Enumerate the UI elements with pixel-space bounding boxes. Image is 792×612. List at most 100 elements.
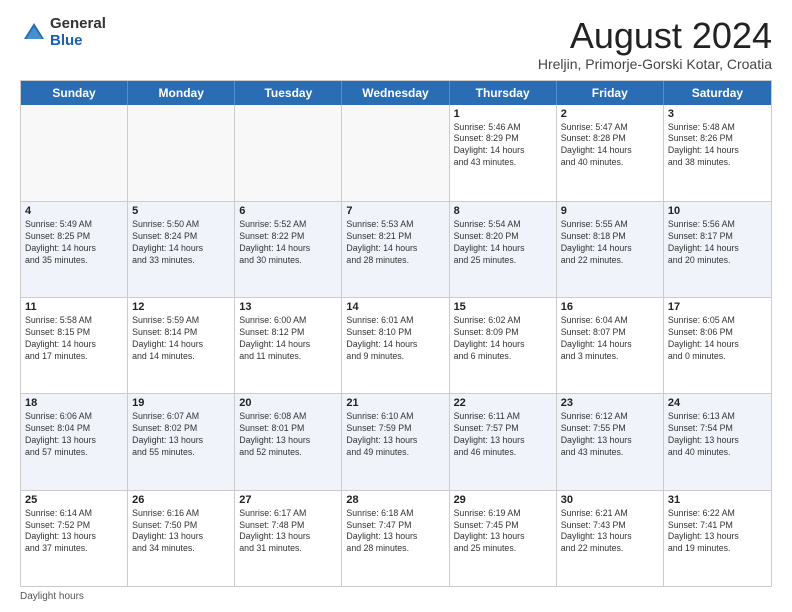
cell-info: Sunrise: 5:54 AM Sunset: 8:20 PM Dayligh… [454,219,552,267]
calendar: SundayMondayTuesdayWednesdayThursdayFrid… [20,80,772,587]
day-number: 20 [239,397,337,409]
cell-info: Sunrise: 6:11 AM Sunset: 7:57 PM Dayligh… [454,411,552,459]
calendar-cell: 13 Sunrise: 6:00 AM Sunset: 8:12 PM Dayli… [235,298,342,393]
calendar-cell: 14 Sunrise: 6:01 AM Sunset: 8:10 PM Dayli… [342,298,449,393]
weekday-header: Tuesday [235,81,342,105]
weekday-header: Thursday [450,81,557,105]
calendar-cell: 27Sunrise: 6:17 AM Sunset: 7:48 PM Dayli… [235,491,342,586]
weekday-header: Saturday [664,81,771,105]
cell-info: Sunrise: 6:00 AM Sunset: 8:12 PM Dayligh… [239,315,337,363]
cell-info: Sunrise: 6:22 AM Sunset: 7:41 PM Dayligh… [668,508,767,556]
cell-info: Sunrise: 5:46 AM Sunset: 8:29 PM Dayligh… [454,122,552,170]
cell-info: Sunrise: 6:13 AM Sunset: 7:54 PM Dayligh… [668,411,767,459]
day-number: 22 [454,397,552,409]
weekday-header: Sunday [21,81,128,105]
day-number: 3 [668,108,767,120]
calendar-cell: 30Sunrise: 6:21 AM Sunset: 7:43 PM Dayli… [557,491,664,586]
cell-info: Sunrise: 5:52 AM Sunset: 8:22 PM Dayligh… [239,219,337,267]
calendar-cell: 16Sunrise: 6:04 AM Sunset: 8:07 PM Dayli… [557,298,664,393]
cell-info: Sunrise: 6:07 AM Sunset: 8:02 PM Dayligh… [132,411,230,459]
page: General Blue August 2024 Hreljin, Primor… [0,0,792,612]
day-number: 13 [239,301,337,313]
calendar-cell: 5Sunrise: 5:50 AM Sunset: 8:24 PM Daylig… [128,202,235,297]
cell-info: Sunrise: 6:18 AM Sunset: 7:47 PM Dayligh… [346,508,444,556]
day-number: 7 [346,205,444,217]
calendar-cell: 2 Sunrise: 5:47 AM Sunset: 8:28 PM Daylig… [557,105,664,201]
day-number: 19 [132,397,230,409]
cell-info: Sunrise: 6:19 AM Sunset: 7:45 PM Dayligh… [454,508,552,556]
cell-info: Sunrise: 5:53 AM Sunset: 8:21 PM Dayligh… [346,219,444,267]
calendar-row: 11 Sunrise: 5:58 AM Sunset: 8:15 PM Dayli… [21,297,771,393]
cell-info: Sunrise: 6:01 AM Sunset: 8:10 PM Dayligh… [346,315,444,363]
cell-info: Sunrise: 6:05 AM Sunset: 8:06 PM Dayligh… [668,315,767,363]
cell-info: Sunrise: 5:58 AM Sunset: 8:15 PM Dayligh… [25,315,123,363]
logo-general: General [50,16,106,33]
cell-info: Sunrise: 6:08 AM Sunset: 8:01 PM Dayligh… [239,411,337,459]
calendar-cell [342,105,449,201]
day-number: 21 [346,397,444,409]
day-number: 31 [668,494,767,506]
calendar-cell: 28 Sunrise: 6:18 AM Sunset: 7:47 PM Dayli… [342,491,449,586]
day-number: 25 [25,494,123,506]
day-number: 6 [239,205,337,217]
calendar-cell: 29Sunrise: 6:19 AM Sunset: 7:45 PM Dayli… [450,491,557,586]
day-number: 15 [454,301,552,313]
calendar-cell: 19 Sunrise: 6:07 AM Sunset: 8:02 PM Dayli… [128,394,235,489]
calendar-cell [128,105,235,201]
cell-info: Sunrise: 6:16 AM Sunset: 7:50 PM Dayligh… [132,508,230,556]
day-number: 16 [561,301,659,313]
day-number: 26 [132,494,230,506]
calendar-cell: 10 Sunrise: 5:56 AM Sunset: 8:17 PM Dayli… [664,202,771,297]
day-number: 18 [25,397,123,409]
calendar-cell: 22 Sunrise: 6:11 AM Sunset: 7:57 PM Dayli… [450,394,557,489]
day-number: 30 [561,494,659,506]
day-number: 12 [132,301,230,313]
logo: General Blue [20,16,106,49]
calendar-cell: 3Sunrise: 5:48 AM Sunset: 8:26 PM Daylig… [664,105,771,201]
calendar-cell: 17 Sunrise: 6:05 AM Sunset: 8:06 PM Dayli… [664,298,771,393]
day-number: 17 [668,301,767,313]
calendar-row: 25 Sunrise: 6:14 AM Sunset: 7:52 PM Dayli… [21,490,771,586]
calendar-cell: 26 Sunrise: 6:16 AM Sunset: 7:50 PM Dayli… [128,491,235,586]
calendar-cell: 20 Sunrise: 6:08 AM Sunset: 8:01 PM Dayli… [235,394,342,489]
cell-info: Sunrise: 5:56 AM Sunset: 8:17 PM Dayligh… [668,219,767,267]
logo-blue: Blue [50,33,106,50]
footer-note: Daylight hours [20,591,772,602]
cell-info: Sunrise: 5:59 AM Sunset: 8:14 PM Dayligh… [132,315,230,363]
day-number: 14 [346,301,444,313]
day-number: 2 [561,108,659,120]
calendar-row: 4Sunrise: 5:49 AM Sunset: 8:25 PM Daylig… [21,201,771,297]
day-number: 24 [668,397,767,409]
calendar-cell: 15Sunrise: 6:02 AM Sunset: 8:09 PM Dayli… [450,298,557,393]
day-number: 5 [132,205,230,217]
day-number: 10 [668,205,767,217]
calendar-cell: 1Sunrise: 5:46 AM Sunset: 8:29 PM Daylig… [450,105,557,201]
cell-info: Sunrise: 5:47 AM Sunset: 8:28 PM Dayligh… [561,122,659,170]
calendar-cell: 24 Sunrise: 6:13 AM Sunset: 7:54 PM Dayli… [664,394,771,489]
cell-info: Sunrise: 5:49 AM Sunset: 8:25 PM Dayligh… [25,219,123,267]
cell-info: Sunrise: 6:17 AM Sunset: 7:48 PM Dayligh… [239,508,337,556]
day-number: 23 [561,397,659,409]
day-number: 28 [346,494,444,506]
calendar-cell: 25 Sunrise: 6:14 AM Sunset: 7:52 PM Dayli… [21,491,128,586]
calendar-cell: 18Sunrise: 6:06 AM Sunset: 8:04 PM Dayli… [21,394,128,489]
calendar-cell: 4Sunrise: 5:49 AM Sunset: 8:25 PM Daylig… [21,202,128,297]
subtitle: Hreljin, Primorje-Gorski Kotar, Croatia [538,56,772,72]
calendar-header: SundayMondayTuesdayWednesdayThursdayFrid… [21,81,771,105]
weekday-header: Wednesday [342,81,449,105]
cell-info: Sunrise: 6:10 AM Sunset: 7:59 PM Dayligh… [346,411,444,459]
title-block: August 2024 Hreljin, Primorje-Gorski Kot… [538,16,772,72]
calendar-cell: 8 Sunrise: 5:54 AM Sunset: 8:20 PM Daylig… [450,202,557,297]
cell-info: Sunrise: 6:12 AM Sunset: 7:55 PM Dayligh… [561,411,659,459]
calendar-cell: 11 Sunrise: 5:58 AM Sunset: 8:15 PM Dayli… [21,298,128,393]
cell-info: Sunrise: 6:14 AM Sunset: 7:52 PM Dayligh… [25,508,123,556]
day-number: 11 [25,301,123,313]
calendar-row: 18Sunrise: 6:06 AM Sunset: 8:04 PM Dayli… [21,393,771,489]
calendar-cell: 12 Sunrise: 5:59 AM Sunset: 8:14 PM Dayli… [128,298,235,393]
calendar-body: 1Sunrise: 5:46 AM Sunset: 8:29 PM Daylig… [21,105,771,586]
logo-icon [20,19,48,47]
calendar-cell: 31 Sunrise: 6:22 AM Sunset: 7:41 PM Dayli… [664,491,771,586]
day-number: 9 [561,205,659,217]
day-number: 8 [454,205,552,217]
calendar-row: 1Sunrise: 5:46 AM Sunset: 8:29 PM Daylig… [21,105,771,201]
